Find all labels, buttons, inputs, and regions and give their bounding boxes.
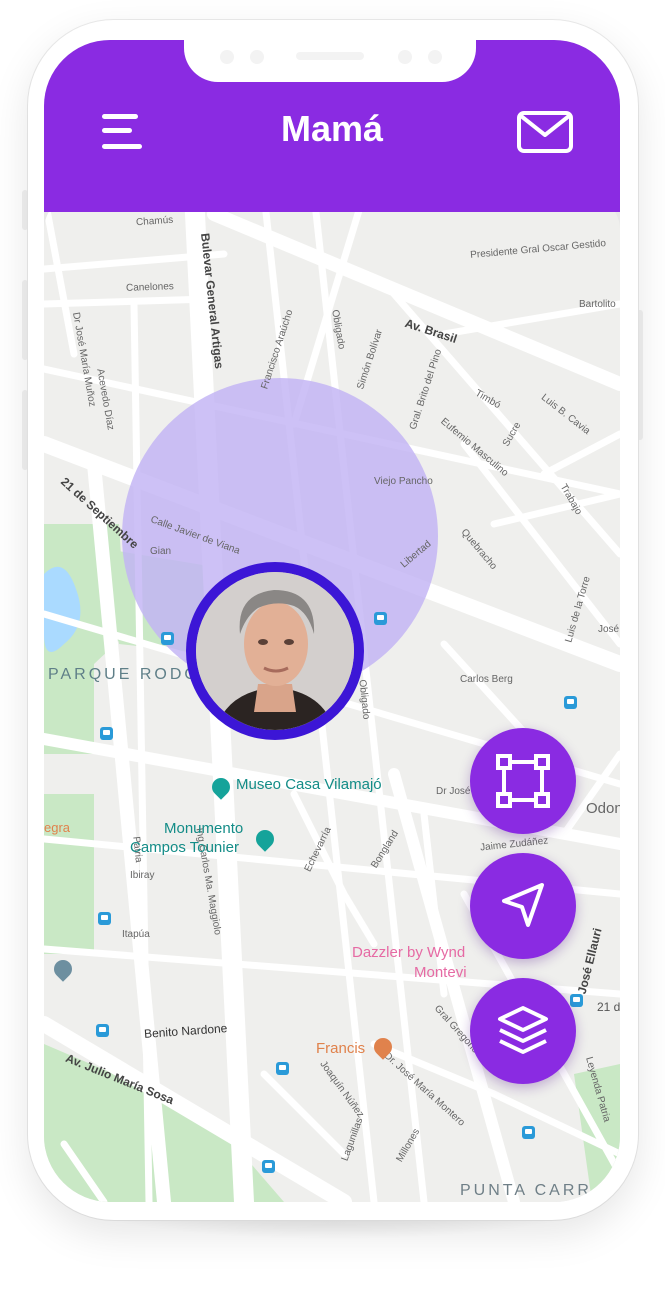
envelope-icon[interactable] <box>516 110 574 154</box>
bus-stop-icon[interactable] <box>276 1062 289 1075</box>
area-label: PUNTA CARR <box>460 1182 592 1199</box>
poi-label[interactable]: Museo Casa Vilamajó <box>236 776 382 793</box>
street-label: Carlos Berg <box>460 674 513 685</box>
park-label: PARQUE RODÓ <box>48 666 200 683</box>
park-area <box>44 794 94 954</box>
street-label: Ibiray <box>130 870 155 881</box>
street-label: Itapúa <box>122 929 150 940</box>
street-label: 21 d <box>597 1000 620 1014</box>
phone-notch <box>184 40 476 82</box>
bus-stop-icon[interactable] <box>570 994 583 1007</box>
street-label: Canelones <box>125 281 174 294</box>
street-label: Bartolito <box>579 299 616 310</box>
app-screen: Chamús Canelones Bulevar General Artigas… <box>44 40 620 1202</box>
bus-stop-icon[interactable] <box>96 1024 109 1037</box>
navigation-arrow-icon <box>502 883 544 927</box>
app-mockup: Chamús Canelones Bulevar General Artigas… <box>0 0 665 1307</box>
bus-stop-icon[interactable] <box>98 912 111 925</box>
user-location-avatar[interactable] <box>186 562 364 740</box>
select-area-button[interactable] <box>470 728 576 834</box>
poi-label[interactable]: Dazzler by Wynd <box>352 944 465 961</box>
poi-label[interactable]: Campos Tounier <box>130 839 239 856</box>
bounding-box-icon <box>496 754 550 808</box>
bus-stop-icon[interactable] <box>374 612 387 625</box>
poi-label[interactable]: Odon <box>586 800 620 817</box>
street-label: Gian <box>150 546 172 557</box>
street-label: Dr José <box>436 786 471 797</box>
person-portrait-icon <box>196 572 354 730</box>
bus-stop-icon[interactable] <box>262 1160 275 1173</box>
poi-label[interactable]: Monumento <box>164 820 243 837</box>
poi-label[interactable]: egra <box>44 820 70 835</box>
street-label: José <box>598 624 620 635</box>
street-label: Viejo Pancho <box>374 476 433 487</box>
layers-icon <box>498 1006 548 1054</box>
layers-button[interactable] <box>470 978 576 1084</box>
poi-label[interactable]: Francis <box>316 1040 365 1057</box>
navigate-button[interactable] <box>470 853 576 959</box>
avatar-photo <box>196 572 354 730</box>
bus-stop-icon[interactable] <box>564 696 577 709</box>
bus-stop-icon[interactable] <box>100 727 113 740</box>
bus-stop-icon[interactable] <box>522 1126 535 1139</box>
bus-stop-icon[interactable] <box>161 632 174 645</box>
poi-label[interactable]: Montevi <box>414 964 467 981</box>
